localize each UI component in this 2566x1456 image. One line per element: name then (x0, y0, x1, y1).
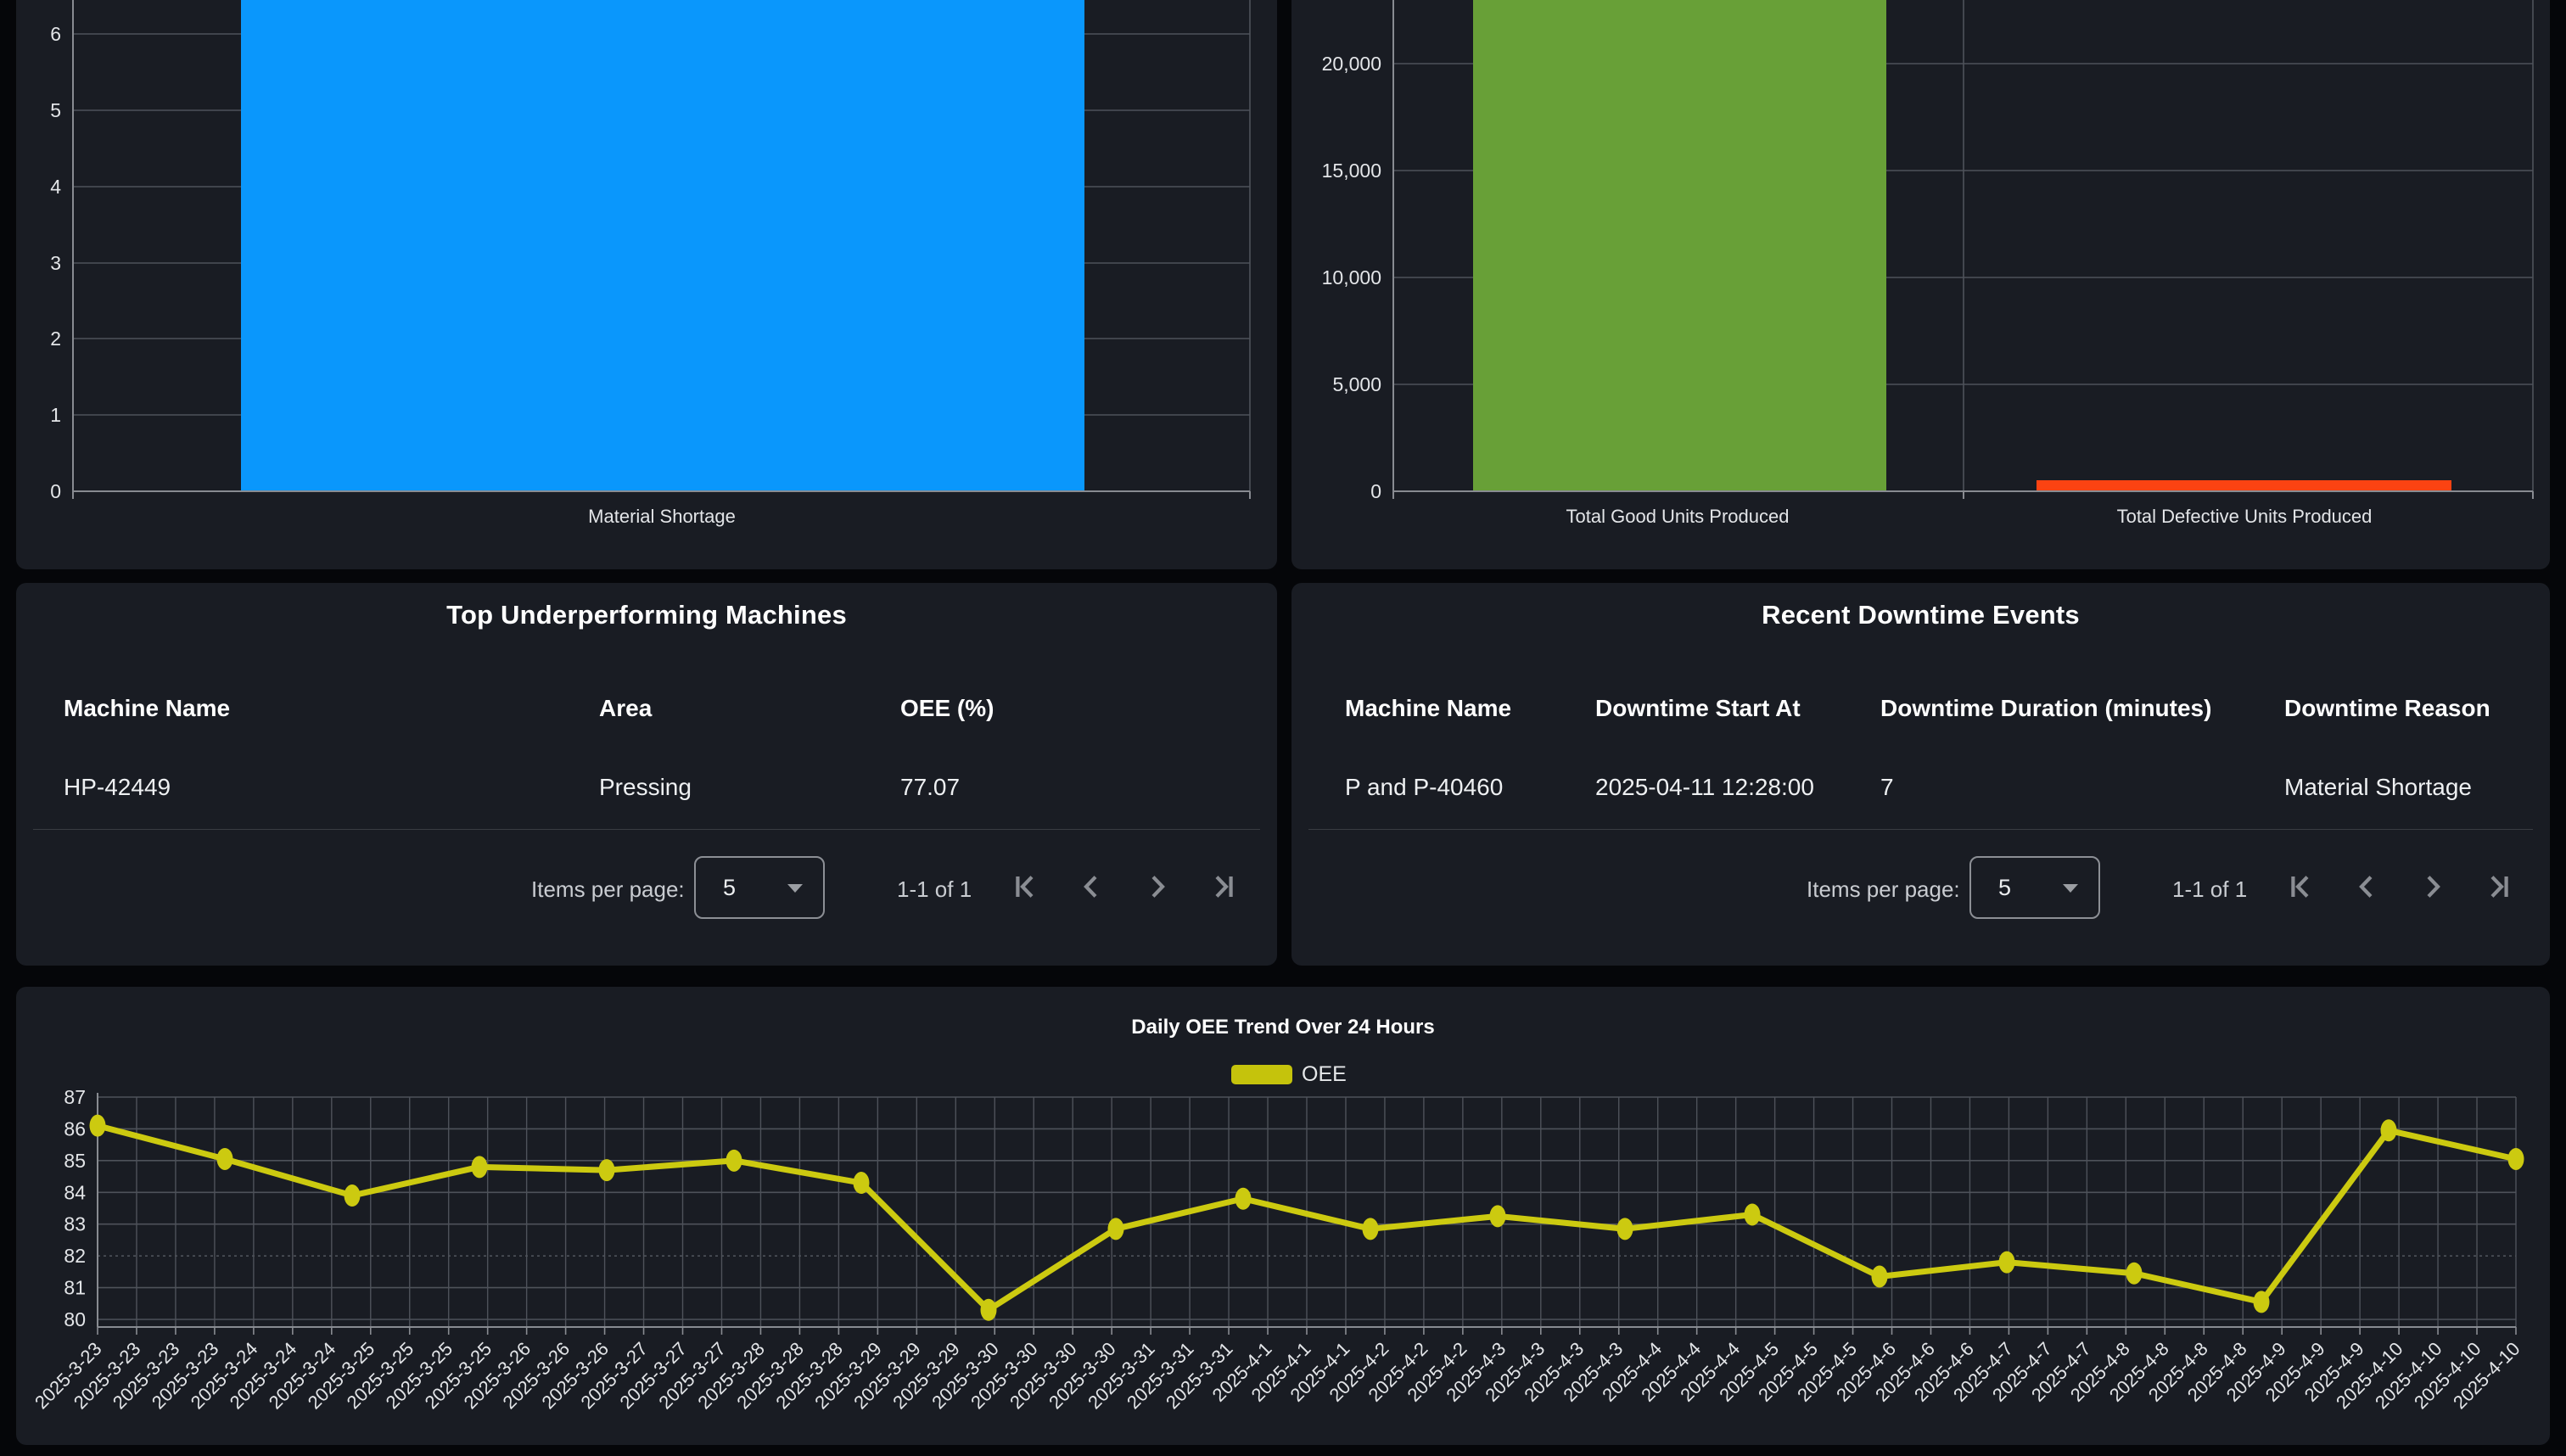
oee-data-point-2025-4-7[interactable] (1999, 1252, 2015, 1274)
cell-downtime-duration: 7 (1880, 774, 1894, 801)
chevron-right-icon (2412, 866, 2453, 907)
oee-data-point-2025-4-11[interactable] (2508, 1148, 2524, 1170)
items-per-page-label: Items per page: (531, 876, 685, 903)
column-header-machine-name: Machine Name (64, 695, 230, 722)
svg-text:0: 0 (50, 480, 61, 502)
last-page-button[interactable] (1202, 866, 1243, 907)
oee-data-point-2025-3-25[interactable] (345, 1184, 361, 1207)
svg-text:85: 85 (64, 1150, 86, 1172)
oee-data-point-2025-4-5[interactable] (1745, 1203, 1761, 1225)
cell-downtime-reason: Material Shortage (2284, 774, 2472, 801)
card-title: Recent Downtime Events (1291, 600, 2550, 630)
first-page-icon (2281, 866, 2322, 907)
column-header-downtime-reason: Downtime Reason (2284, 695, 2490, 722)
items-per-page-value: 5 (723, 858, 736, 917)
svg-text:5,000: 5,000 (1332, 373, 1381, 395)
svg-text:4: 4 (50, 176, 61, 198)
oee-data-point-2025-3-29[interactable] (854, 1172, 870, 1194)
items-per-page-value: 5 (1998, 858, 2011, 917)
svg-text:82: 82 (64, 1245, 86, 1267)
bar-total-defective-units-produced[interactable] (2037, 480, 2451, 491)
svg-text:86: 86 (64, 1117, 86, 1140)
next-page-button[interactable] (1137, 866, 1178, 907)
svg-text:10,000: 10,000 (1322, 266, 1381, 288)
oee-data-point-2025-4-3[interactable] (1490, 1205, 1506, 1227)
oee-data-point-2025-3-31[interactable] (1108, 1218, 1124, 1240)
bar-total-good-units-produced[interactable] (1473, 0, 1886, 491)
previous-page-button[interactable] (1071, 866, 1112, 907)
oee-data-point-2025-3-23[interactable] (90, 1115, 106, 1137)
svg-text:2: 2 (50, 328, 61, 350)
oee-data-point-2025-3-27[interactable] (599, 1159, 615, 1181)
chevron-left-icon (2346, 866, 2387, 907)
oee-data-point-2025-4-10[interactable] (2381, 1119, 2397, 1141)
first-page-icon (1006, 866, 1046, 907)
oee-dashboard: 0 1 2 3 4 5 6 Material Shortage 0 5,000 10,000 15,… (0, 0, 2566, 1456)
table-divider (33, 829, 1260, 830)
svg-text:84: 84 (64, 1181, 86, 1203)
card-title: Top Underperforming Machines (16, 600, 1277, 630)
previous-page-button[interactable] (2346, 866, 2387, 907)
oee-data-point-2025-4-2[interactable] (1363, 1218, 1379, 1240)
daily-oee-trend-card: Daily OEE Trend Over 24 Hours OEE 2025-3… (16, 987, 2550, 1445)
svg-text:Material Shortage: Material Shortage (588, 506, 736, 527)
svg-text:15,000: 15,000 (1322, 160, 1381, 182)
oee-data-point-2025-3-30[interactable] (981, 1299, 997, 1321)
svg-text:Total Good Units Produced: Total Good Units Produced (1566, 506, 1790, 527)
production-units-bar-chart: 0 5,000 10,000 15,000 20,000 Total Good Units… (1291, 0, 2550, 569)
last-page-icon (1202, 866, 1243, 907)
column-header-downtime-start: Downtime Start At (1595, 695, 1801, 722)
column-header-machine-name: Machine Name (1345, 695, 1511, 722)
svg-text:81: 81 (64, 1277, 86, 1299)
svg-text:87: 87 (64, 1086, 86, 1108)
oee-data-point-2025-4-1[interactable] (1235, 1188, 1252, 1210)
items-per-page-select[interactable]: 5 (1969, 856, 2100, 919)
first-page-button[interactable] (2281, 866, 2322, 907)
svg-text:80: 80 (64, 1308, 86, 1330)
items-per-page-select[interactable]: 5 (694, 856, 825, 919)
svg-text:83: 83 (64, 1213, 86, 1235)
bar-material-shortage[interactable] (241, 0, 1084, 491)
svg-text:0: 0 (1370, 480, 1381, 502)
table-divider (1308, 829, 2533, 830)
last-page-icon (2478, 866, 2518, 907)
cell-oee: 77.07 (900, 774, 960, 801)
downtime-by-reason-chart-card: 0 1 2 3 4 5 6 Material Shortage (16, 0, 1277, 569)
svg-text:5: 5 (50, 99, 61, 121)
recent-downtime-events-card: Recent Downtime Events Machine Name Down… (1291, 583, 2550, 966)
svg-text:Total Defective Units Produced: Total Defective Units Produced (2117, 506, 2373, 527)
chevron-right-icon (1137, 866, 1178, 907)
svg-text:1: 1 (50, 404, 61, 426)
oee-data-point-2025-3-28[interactable] (726, 1150, 742, 1172)
cell-downtime-start: 2025-04-11 12:28:00 (1595, 774, 1814, 801)
cell-area: Pressing (599, 774, 692, 801)
first-page-button[interactable] (1006, 866, 1046, 907)
svg-text:20,000: 20,000 (1322, 53, 1381, 75)
oee-data-point-2025-4-9[interactable] (2254, 1291, 2270, 1313)
svg-text:6: 6 (50, 23, 61, 45)
top-underperforming-machines-card: Top Underperforming Machines Machine Nam… (16, 583, 1277, 966)
page-range-label: 1-1 of 1 (2172, 876, 2247, 903)
oee-data-point-2025-4-6[interactable] (1872, 1265, 1888, 1287)
oee-data-point-2025-4-4[interactable] (1617, 1218, 1633, 1240)
downtime-reasons-bar-chart: 0 1 2 3 4 5 6 Material Shortage (16, 0, 1277, 569)
column-header-downtime-duration: Downtime Duration (minutes) (1880, 695, 2211, 722)
dropdown-arrow-icon (2063, 884, 2078, 893)
last-page-button[interactable] (2478, 866, 2518, 907)
chevron-left-icon (1071, 866, 1112, 907)
items-per-page-label: Items per page: (1807, 876, 1960, 903)
daily-oee-line-chart: 2025-3-232025-3-232025-3-232025-3-232025… (16, 987, 2550, 1445)
production-units-chart-card: 0 5,000 10,000 15,000 20,000 Total Good Units… (1291, 0, 2550, 569)
oee-data-point-2025-3-24[interactable] (217, 1148, 233, 1170)
svg-text:3: 3 (50, 252, 61, 274)
oee-data-point-2025-4-8[interactable] (2126, 1263, 2143, 1285)
page-range-label: 1-1 of 1 (897, 876, 972, 903)
next-page-button[interactable] (2412, 866, 2453, 907)
column-header-area: Area (599, 695, 652, 722)
oee-data-point-2025-3-26[interactable] (472, 1156, 488, 1178)
cell-machine-name: P and P-40460 (1345, 774, 1503, 801)
cell-machine-name: HP-42449 (64, 774, 171, 801)
column-header-oee: OEE (%) (900, 695, 994, 722)
dropdown-arrow-icon (787, 884, 803, 893)
